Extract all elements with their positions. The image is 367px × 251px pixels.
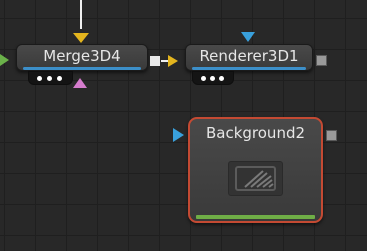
view-dot-1 — [37, 76, 42, 81]
merge3d4-title: Merge3D4 — [43, 47, 121, 65]
renderer-input-arrow[interactable] — [168, 55, 178, 67]
view-dot-3 — [219, 76, 224, 81]
merge-input-foreground-arrow[interactable] — [73, 78, 87, 88]
merge3d4-view-indicator[interactable] — [28, 71, 73, 85]
node-canvas[interactable]: Merge3D4 Renderer3D1 Background2 — [0, 0, 367, 251]
renderer3d1-output-square[interactable] — [316, 55, 327, 66]
renderer3d1-title: Renderer3D1 — [199, 47, 299, 65]
renderer3d1-node[interactable]: Renderer3D1 — [185, 44, 313, 71]
background2-thumbnail — [228, 161, 283, 196]
renderer-effect-mask-arrow[interactable] — [241, 32, 255, 42]
background2-status-bar — [196, 215, 315, 219]
renderer3d1-view-indicator[interactable] — [192, 71, 234, 85]
view-dot-2 — [210, 76, 215, 81]
merge-input-left-arrow[interactable] — [0, 54, 9, 66]
view-dot-3 — [57, 76, 62, 81]
merge3d4-status-bar — [23, 67, 141, 70]
merge3d4-output-square[interactable] — [150, 56, 160, 66]
connection-wire-top[interactable] — [80, 0, 82, 29]
background2-title: Background2 — [205, 124, 306, 142]
view-dot-1 — [201, 76, 206, 81]
renderer3d1-status-bar — [192, 67, 306, 70]
view-dot-2 — [47, 76, 52, 81]
background2-node[interactable]: Background2 — [188, 117, 323, 223]
merge3d4-node[interactable]: Merge3D4 — [16, 44, 148, 71]
background-input-arrow[interactable] — [173, 128, 184, 142]
merge-input-background-arrow[interactable] — [73, 33, 89, 43]
image-placeholder-icon — [235, 166, 276, 191]
background2-output-square[interactable] — [326, 130, 337, 141]
